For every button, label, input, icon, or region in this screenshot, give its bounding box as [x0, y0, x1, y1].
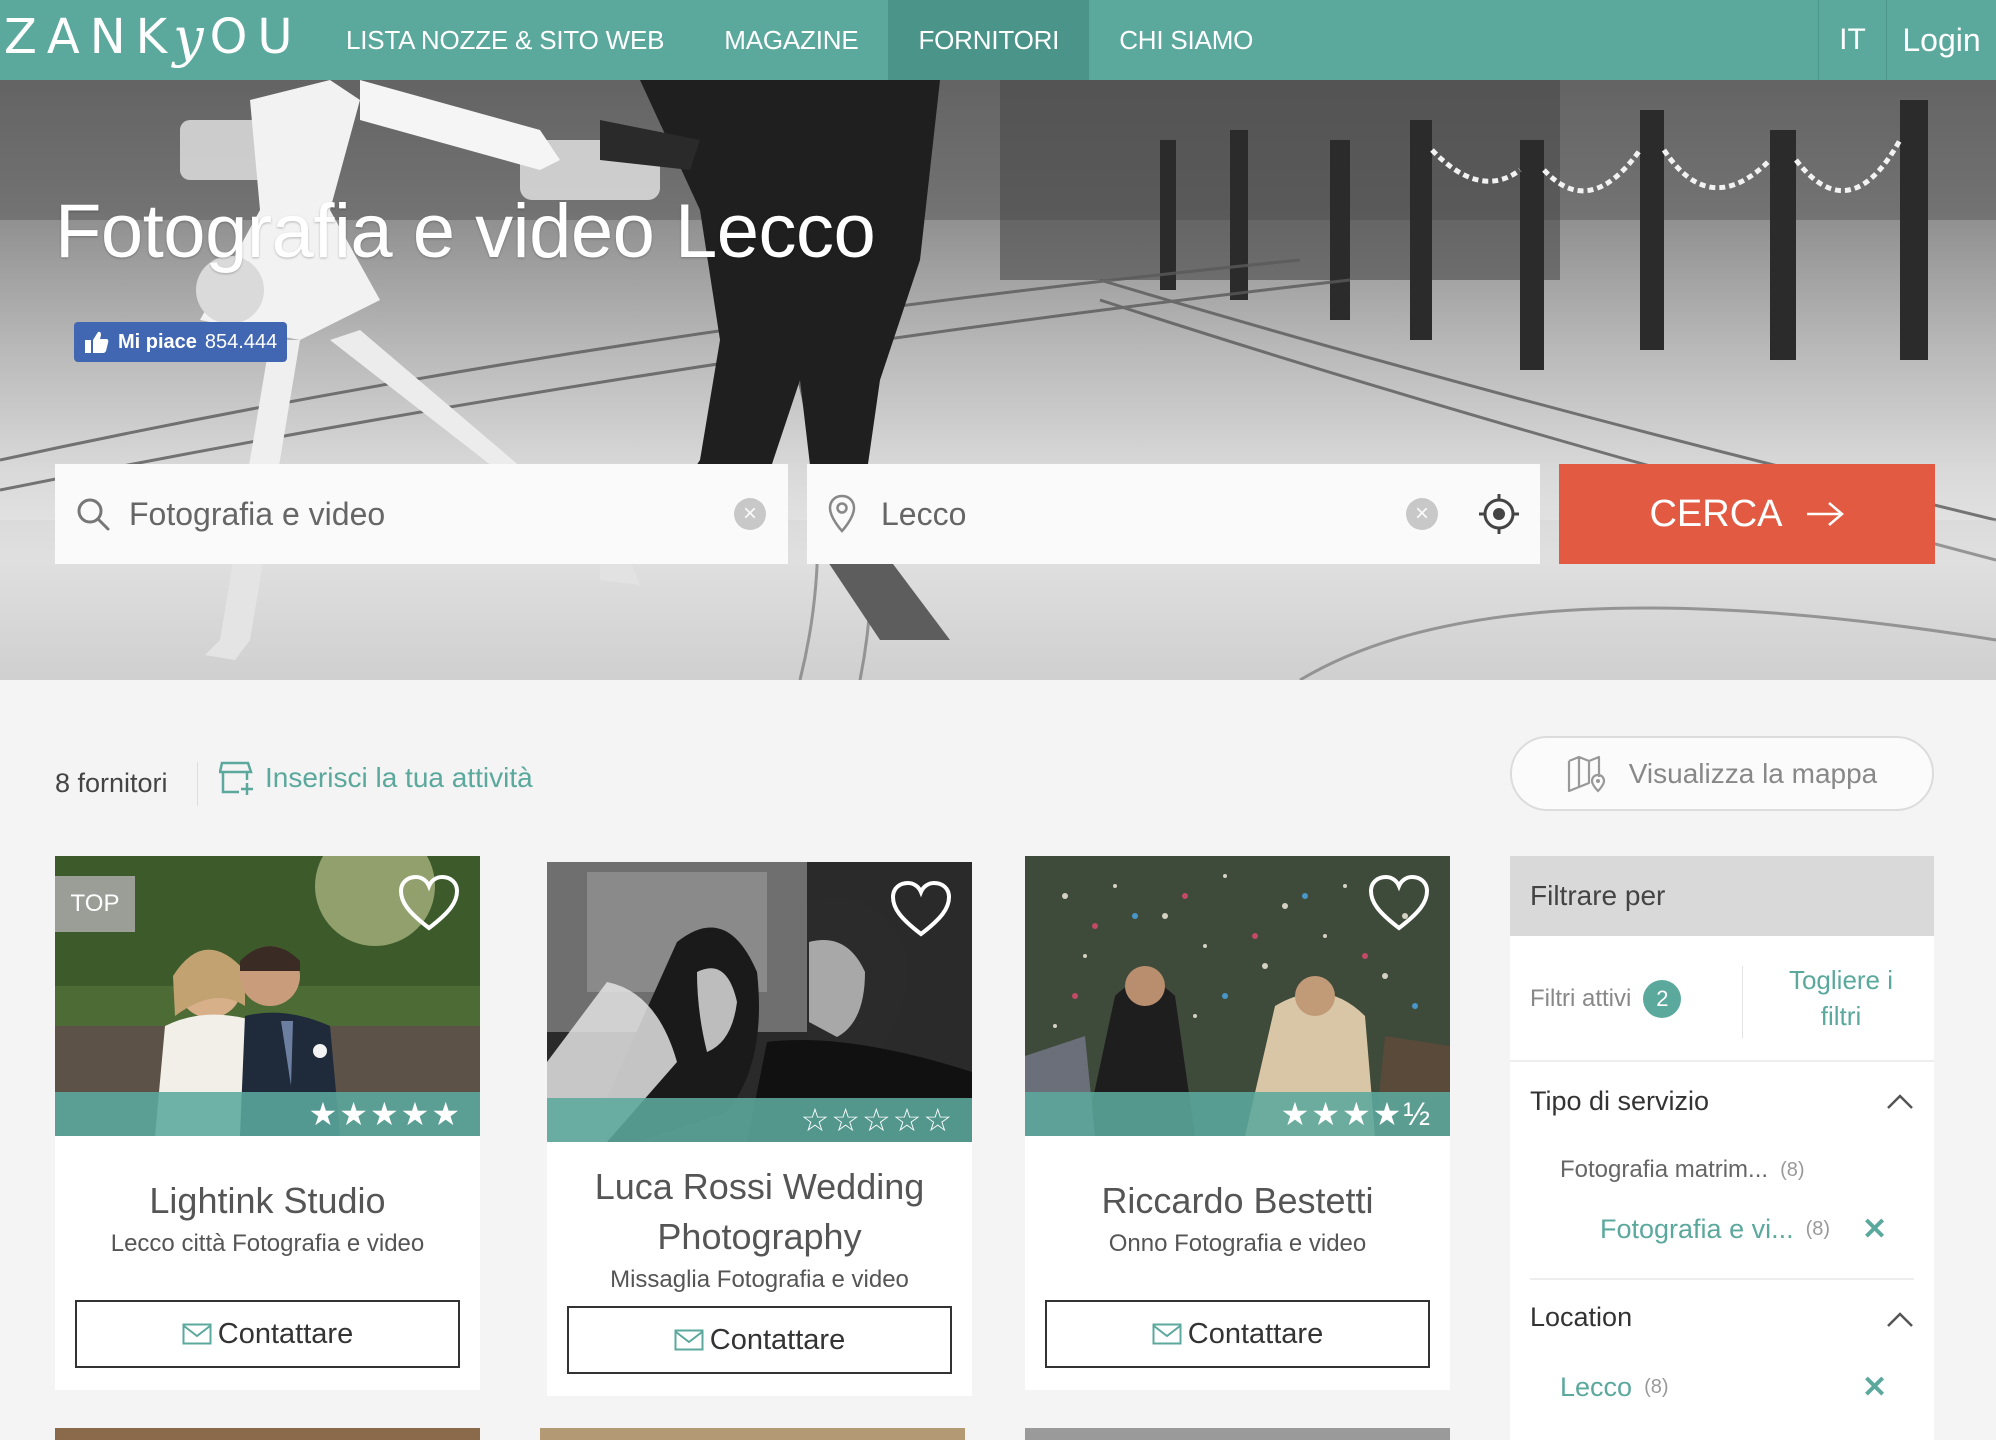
- vendor-photo[interactable]: ☆☆☆☆☆: [547, 862, 972, 1142]
- rating-stars: ★★★★★: [308, 1096, 462, 1132]
- favorite-heart-icon[interactable]: [1368, 874, 1430, 932]
- filter-option-lecco[interactable]: Lecco (8): [1560, 1372, 1669, 1403]
- filter-section-divider: [1530, 1278, 1914, 1280]
- main-menu: LISTA NOZZE & SITO WEB MAGAZINE FORNITOR…: [316, 0, 1283, 80]
- vendor-location-category: Onno Fotografia e video: [1108, 1230, 1367, 1257]
- search-button-label: CERCA: [1649, 492, 1783, 535]
- store-add-icon: [219, 761, 253, 795]
- filter-option-fotografia-matrimonio[interactable]: Fotografia matrim... (8): [1560, 1156, 1805, 1184]
- filter-section-location[interactable]: Location: [1530, 1302, 1632, 1333]
- filter-option-count: (8): [1780, 1158, 1805, 1181]
- contact-button[interactable]: Contattare: [567, 1306, 952, 1374]
- hero-banner: Fotografia e video Lecco Mi piace 854.44…: [0, 80, 1996, 680]
- view-map-button[interactable]: Visualizza la mappa: [1510, 736, 1934, 811]
- vendor-card-next-row[interactable]: [540, 1428, 965, 1440]
- nav-item-chi-siamo[interactable]: CHI SIAMO: [1089, 0, 1283, 80]
- vendor-location-category: Lecco città Fotografia e video: [110, 1230, 425, 1257]
- filter-section-service-type[interactable]: Tipo di servizio: [1530, 1086, 1709, 1117]
- remove-filter-icon[interactable]: ✕: [1862, 1370, 1887, 1405]
- geolocate-icon[interactable]: [1477, 492, 1521, 536]
- hero-photo: [0, 80, 1996, 680]
- search-button[interactable]: CERCA: [1559, 464, 1935, 564]
- active-filters-count-badge: 2: [1643, 980, 1682, 1018]
- contact-button-label: Contattare: [709, 1323, 846, 1356]
- contact-button[interactable]: Contattare: [1045, 1300, 1430, 1368]
- fb-like-count: 854.444: [204, 330, 278, 353]
- results-count: 8 fornitori: [55, 768, 168, 798]
- contact-button-label: Contattare: [217, 1317, 354, 1350]
- thumbs-up-icon: [85, 331, 109, 353]
- nav-item-lista-nozze[interactable]: LISTA NOZZE & SITO WEB: [316, 0, 694, 80]
- logo-text-post: OU: [209, 9, 303, 65]
- zankyou-logo[interactable]: ZANK y OU: [4, 5, 303, 69]
- active-filters-label: Filtri attivi 2: [1530, 980, 1682, 1018]
- location-pin-icon: [828, 494, 856, 533]
- location-search-field[interactable]: Lecco ×: [807, 464, 1540, 564]
- service-search-field[interactable]: Fotografia e video ×: [55, 464, 788, 564]
- envelope-icon: [182, 1323, 212, 1345]
- arrow-right-icon: [1806, 502, 1844, 526]
- filter-panel-title: Filtrare per: [1510, 856, 1934, 936]
- language-selector[interactable]: IT: [1818, 0, 1886, 80]
- filter-option-label: Fotografia e vi...: [1600, 1214, 1794, 1244]
- vendor-location-category: Missaglia Fotografia e video: [610, 1266, 909, 1293]
- add-business-link[interactable]: Inserisci la tua attività: [219, 760, 533, 796]
- active-filters-divider: [1742, 966, 1743, 1038]
- view-map-label: Visualizza la mappa: [1628, 757, 1878, 789]
- top-badge: TOP: [55, 876, 135, 932]
- clear-location-icon[interactable]: ×: [1406, 498, 1438, 530]
- vendor-card-next-row[interactable]: [1025, 1428, 1450, 1440]
- page-title: Fotografia e video Lecco: [55, 189, 876, 274]
- location-search-input[interactable]: Lecco: [881, 496, 966, 533]
- envelope-icon: [674, 1329, 704, 1351]
- clear-service-icon[interactable]: ×: [734, 498, 766, 530]
- vendor-photo[interactable]: TOP ★★★★★: [55, 856, 480, 1136]
- rating-stars: ☆☆☆☆☆: [800, 1102, 954, 1138]
- filter-option-label: Fotografia matrim...: [1560, 1156, 1769, 1183]
- chevron-up-icon[interactable]: [1886, 1092, 1914, 1110]
- filter-option-count: (8): [1805, 1218, 1831, 1240]
- top-nav: ZANK y OU LISTA NOZZE & SITO WEB MAGAZINE …: [0, 0, 1996, 80]
- vendor-card-next-row[interactable]: [55, 1428, 480, 1440]
- contact-button[interactable]: Contattare: [75, 1300, 460, 1368]
- clear-filters-link[interactable]: Togliere i filtri: [1766, 962, 1916, 1034]
- filter-option-count: (8): [1644, 1376, 1669, 1398]
- chevron-up-icon[interactable]: [1886, 1310, 1914, 1328]
- rating-bar: ☆☆☆☆☆: [547, 1098, 972, 1142]
- login-link[interactable]: Login: [1886, 0, 1996, 80]
- remove-filter-icon[interactable]: ✕: [1862, 1212, 1887, 1247]
- envelope-icon: [1152, 1323, 1182, 1345]
- rating-bar: ★★★★★: [55, 1092, 480, 1136]
- filter-option-fotografia-e-video[interactable]: Fotografia e vi... (8): [1600, 1214, 1830, 1245]
- nav-right: IT Login: [1818, 0, 1996, 80]
- vendor-name[interactable]: Riccardo Bestetti: [1025, 1176, 1450, 1226]
- add-business-label: Inserisci la tua attività: [265, 762, 533, 793]
- search-icon: [77, 498, 110, 531]
- vendor-card-luca-rossi[interactable]: ☆☆☆☆☆ Luca Rossi Wedding Photography Mis…: [547, 862, 972, 1396]
- filter-option-label: Lecco: [1560, 1372, 1633, 1402]
- favorite-heart-icon[interactable]: [890, 880, 952, 938]
- rating-stars: ★★★★½: [1280, 1096, 1432, 1132]
- results-divider: [197, 762, 198, 806]
- active-filters-text: Filtri attivi: [1530, 985, 1632, 1012]
- fb-like-label: Mi piace: [118, 330, 197, 353]
- filter-panel: Filtrare per Filtri attivi 2 Togliere i …: [1510, 856, 1934, 1440]
- logo-text-pre: ZANK: [4, 9, 178, 65]
- favorite-heart-icon[interactable]: [398, 874, 460, 932]
- vendor-photo[interactable]: ★★★★½: [1025, 856, 1450, 1136]
- service-search-input[interactable]: Fotografia e video: [129, 496, 385, 533]
- vendor-card-lightink[interactable]: TOP ★★★★★ Lightink Studio Lecco città Fo…: [55, 856, 480, 1390]
- active-filters-row: Filtri attivi 2 Togliere i filtri: [1510, 936, 1934, 1062]
- logo-text-y: y: [173, 5, 204, 69]
- nav-item-magazine[interactable]: MAGAZINE: [694, 0, 888, 80]
- contact-button-label: Contattare: [1187, 1317, 1324, 1350]
- facebook-like-button[interactable]: Mi piace 854.444: [74, 322, 288, 362]
- vendor-name[interactable]: Luca Rossi Wedding Photography: [547, 1162, 972, 1262]
- vendor-card-riccardo-bestetti[interactable]: ★★★★½ Riccardo Bestetti Onno Fotografia …: [1025, 856, 1450, 1390]
- rating-bar: ★★★★½: [1025, 1092, 1450, 1136]
- map-icon: [1567, 755, 1605, 793]
- nav-item-fornitori[interactable]: FORNITORI: [888, 0, 1090, 80]
- vendor-name[interactable]: Lightink Studio: [55, 1176, 480, 1226]
